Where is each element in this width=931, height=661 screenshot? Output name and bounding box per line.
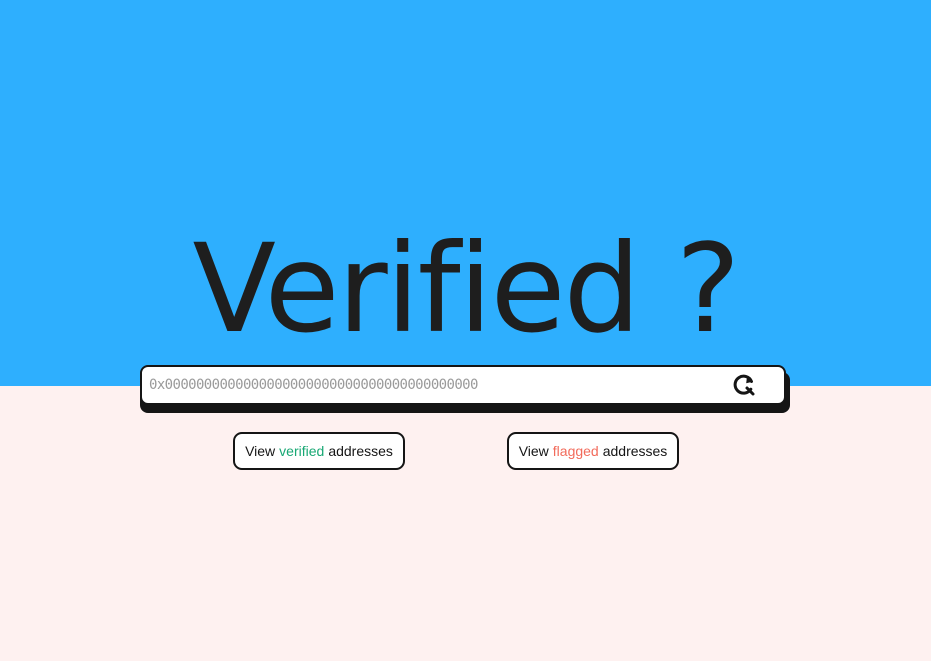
search-refresh-icon	[733, 374, 755, 396]
verified-link-prefix: View	[245, 443, 276, 459]
search-bar	[140, 365, 786, 405]
page-title: Verified ?	[192, 218, 741, 360]
verified-link-suffix: addresses	[328, 443, 393, 459]
address-search-input[interactable]	[142, 367, 726, 403]
flagged-link-prefix: View	[518, 443, 549, 459]
verified-link-accent: verified	[279, 443, 325, 459]
flagged-link-accent: flagged	[552, 443, 599, 459]
view-flagged-addresses-button[interactable]: View flagged addresses	[507, 432, 679, 470]
view-verified-addresses-button[interactable]: View verified addresses	[233, 432, 405, 470]
bottom-background	[0, 386, 931, 661]
search-button[interactable]	[726, 367, 762, 403]
flagged-link-suffix: addresses	[602, 443, 668, 459]
page: Verified ? View verified addresses View …	[0, 0, 931, 661]
